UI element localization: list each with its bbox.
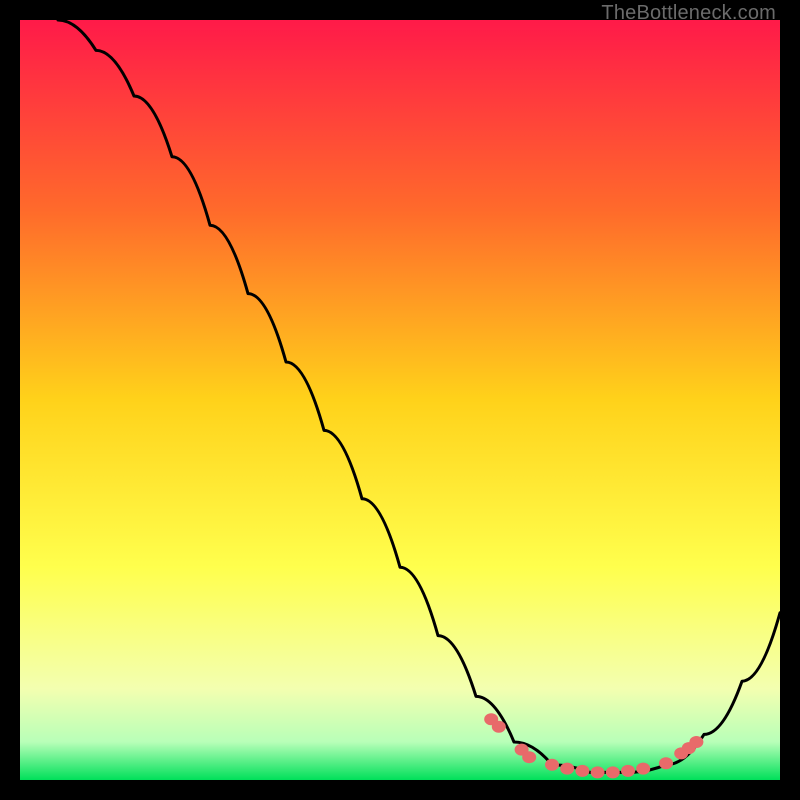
curve-marker	[545, 759, 559, 771]
curve-marker	[636, 763, 650, 775]
chart-frame	[20, 20, 780, 780]
curve-marker	[689, 736, 703, 748]
curve-marker	[621, 765, 635, 777]
curve-marker	[522, 751, 536, 763]
curve-marker	[492, 721, 506, 733]
curve-marker	[606, 766, 620, 778]
curve-marker	[591, 766, 605, 778]
gradient-background	[20, 20, 780, 780]
curve-marker	[560, 763, 574, 775]
curve-marker	[575, 765, 589, 777]
bottleneck-chart	[20, 20, 780, 780]
curve-marker	[659, 757, 673, 769]
